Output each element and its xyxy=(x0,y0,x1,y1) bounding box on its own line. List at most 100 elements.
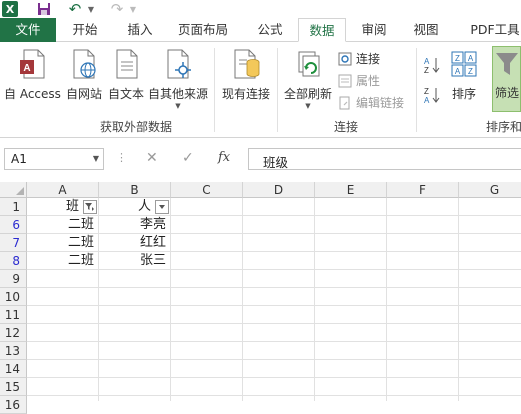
ribbon: A 自 Access 自网站 自文本 自其他来源 ▼ 现有连接 获取外部数据 全… xyxy=(0,42,521,138)
column-header-c[interactable]: C xyxy=(171,182,243,198)
text-file-icon xyxy=(116,49,138,79)
column-header-d[interactable]: D xyxy=(243,182,315,198)
column-header-b[interactable]: B xyxy=(99,182,171,198)
gridline xyxy=(314,198,315,401)
cancel-icon[interactable]: ✕ xyxy=(146,150,158,166)
tab-insert[interactable]: 插入 xyxy=(118,18,162,42)
ribbon-separator xyxy=(214,48,215,132)
chevron-down-icon: ▼ xyxy=(305,102,311,110)
sort-az-icon: A Z xyxy=(424,57,440,74)
refresh-all-label: 全部刷新 xyxy=(283,87,332,101)
row-header[interactable]: 6 xyxy=(0,216,27,234)
spreadsheet-grid[interactable]: A B C D E F G 1 6 7 8 9 10 11 12 13 14 1… xyxy=(0,182,521,414)
column-header-e[interactable]: E xyxy=(315,182,387,198)
column-header-g[interactable]: G xyxy=(459,182,521,198)
sort-button[interactable]: Z A A Z 排序 xyxy=(446,48,482,102)
access-icon: A xyxy=(20,49,45,79)
existing-connections-button[interactable]: 现有连接 xyxy=(218,48,274,102)
svg-text:Z: Z xyxy=(424,87,429,96)
tab-pdf-tools[interactable]: PDF工具 xyxy=(460,18,521,42)
row-header[interactable]: 11 xyxy=(0,306,27,324)
cell-b1[interactable]: 人 xyxy=(99,198,155,216)
connections-icon xyxy=(338,52,352,65)
svg-text:Z: Z xyxy=(468,67,473,76)
properties-button[interactable]: 属性 xyxy=(338,72,380,89)
ribbon-separator xyxy=(416,48,417,132)
from-web-button[interactable]: 自网站 xyxy=(63,48,105,102)
select-all-corner[interactable] xyxy=(0,182,27,198)
from-access-button[interactable]: A 自 Access xyxy=(4,48,61,102)
tab-formulas[interactable]: 公式 xyxy=(248,18,292,42)
cell-b8[interactable]: 张三 xyxy=(99,252,170,270)
chevron-down-icon[interactable]: ▼ xyxy=(93,154,99,163)
insert-function-icon[interactable]: fx xyxy=(218,150,230,165)
tab-view[interactable]: 视图 xyxy=(404,18,448,42)
existing-connections-label: 现有连接 xyxy=(221,87,270,101)
tab-home[interactable]: 开始 xyxy=(60,18,110,42)
tab-review[interactable]: 审阅 xyxy=(352,18,396,42)
cell-a8[interactable]: 二班 xyxy=(27,252,98,270)
svg-text:A: A xyxy=(424,96,430,104)
from-text-button[interactable]: 自文本 xyxy=(106,48,146,102)
row-header[interactable]: 16 xyxy=(0,396,27,414)
chevron-down-icon: ▼ xyxy=(175,102,181,110)
connections-button[interactable]: 连接 xyxy=(338,50,380,67)
svg-text:A: A xyxy=(424,57,430,66)
from-other-sources-label: 自其他来源 xyxy=(147,87,208,101)
row-header[interactable]: 10 xyxy=(0,288,27,306)
filter-dropdown-a[interactable] xyxy=(83,200,97,214)
row-header[interactable]: 9 xyxy=(0,270,27,288)
chevron-down-icon xyxy=(159,205,165,209)
tab-page-layout[interactable]: 页面布局 xyxy=(168,18,238,42)
gridline xyxy=(170,198,171,401)
save-icon[interactable] xyxy=(36,1,52,17)
more-options-icon[interactable]: ⋮ xyxy=(116,151,127,164)
row-header[interactable]: 14 xyxy=(0,360,27,378)
from-other-sources-button[interactable]: 自其他来源 ▼ xyxy=(146,48,210,110)
column-header-a[interactable]: A xyxy=(27,182,99,198)
from-web-label: 自网站 xyxy=(65,87,102,101)
properties-icon xyxy=(338,74,352,87)
name-box[interactable]: A1 ▼ xyxy=(4,148,104,170)
gridline xyxy=(27,323,521,324)
gridline xyxy=(242,198,243,401)
tab-file[interactable]: 文件 xyxy=(0,18,56,42)
cell-a1[interactable]: 班 xyxy=(27,198,83,216)
formula-input[interactable]: 班级 xyxy=(248,148,521,170)
svg-text:Z: Z xyxy=(424,66,429,74)
edit-links-label: 编辑链接 xyxy=(356,96,405,110)
row-header[interactable]: 1 xyxy=(0,198,27,216)
edit-links-button[interactable]: 编辑链接 xyxy=(338,94,404,111)
ribbon-separator xyxy=(277,48,278,132)
gridline xyxy=(27,377,521,378)
gridline xyxy=(386,198,387,401)
row-header[interactable]: 13 xyxy=(0,342,27,360)
redo-dropdown-icon[interactable]: ▼ xyxy=(128,1,138,17)
undo-dropdown-icon[interactable]: ▼ xyxy=(86,1,96,17)
enter-check-icon[interactable]: ✓ xyxy=(182,150,194,166)
gridline xyxy=(27,341,521,342)
existing-connections-icon xyxy=(234,49,260,79)
from-text-label: 自文本 xyxy=(107,87,144,101)
tab-data[interactable]: 数据 xyxy=(298,18,346,42)
cell-b7[interactable]: 红红 xyxy=(99,234,170,252)
filter-button[interactable]: 筛选 xyxy=(492,46,521,112)
row-header[interactable]: 15 xyxy=(0,378,27,396)
cell-a6[interactable]: 二班 xyxy=(27,216,98,234)
redo-icon[interactable]: ↷ xyxy=(108,0,126,18)
refresh-all-button[interactable]: 全部刷新 ▼ xyxy=(282,48,334,110)
cell-b6[interactable]: 李亮 xyxy=(99,216,170,234)
row-header[interactable]: 7 xyxy=(0,234,27,252)
column-header-f[interactable]: F xyxy=(387,182,459,198)
sort-descending-button[interactable]: Z A xyxy=(424,86,444,104)
row-header[interactable]: 8 xyxy=(0,252,27,270)
undo-icon[interactable]: ↶ xyxy=(66,0,84,18)
filter-dropdown-b[interactable] xyxy=(155,200,169,214)
select-all-icon xyxy=(16,187,24,195)
row-header[interactable]: 12 xyxy=(0,324,27,342)
sort-ascending-button[interactable]: A Z xyxy=(424,56,444,74)
name-box-value: A1 xyxy=(11,152,27,166)
web-icon xyxy=(73,49,96,79)
formula-value: 班级 xyxy=(263,155,289,170)
cell-a7[interactable]: 二班 xyxy=(27,234,98,252)
